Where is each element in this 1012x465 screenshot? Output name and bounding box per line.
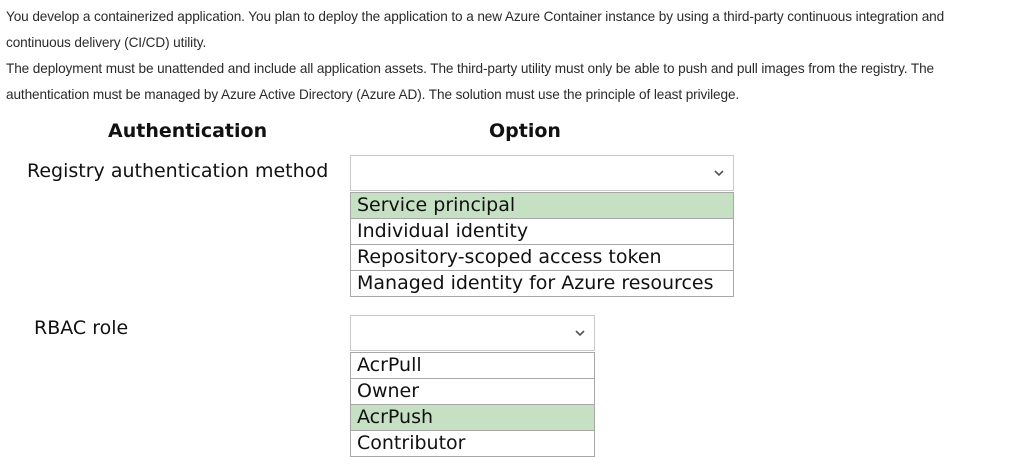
rbac-role-label: RBAC role — [34, 317, 129, 339]
option-service-principal[interactable]: Service principal — [351, 193, 733, 219]
registry-auth-options-list: Service principal Individual identity Re… — [350, 192, 734, 297]
option-managed-identity[interactable]: Managed identity for Azure resources — [351, 271, 733, 296]
option-repository-scoped-access-token[interactable]: Repository-scoped access token — [351, 245, 733, 271]
option-contributor[interactable]: Contributor — [351, 431, 594, 456]
column-header-authentication: Authentication — [108, 120, 268, 142]
option-acrpush[interactable]: AcrPush — [351, 405, 594, 431]
rbac-role-dropdown[interactable] — [350, 315, 595, 351]
rbac-role-options-list: AcrPull Owner AcrPush Contributor — [350, 352, 595, 457]
question-paragraph-1: You develop a containerized application.… — [6, 9, 945, 50]
registry-auth-method-dropdown[interactable] — [350, 155, 734, 191]
question-paragraph-2: The deployment must be unattended and in… — [6, 61, 934, 102]
registry-auth-method-label: Registry authentication method — [27, 160, 329, 182]
option-acrpull[interactable]: AcrPull — [351, 353, 594, 379]
chevron-down-icon — [575, 330, 585, 337]
column-header-option: Option — [489, 120, 561, 142]
chevron-down-icon — [714, 170, 724, 177]
option-individual-identity[interactable]: Individual identity — [351, 219, 733, 245]
option-owner[interactable]: Owner — [351, 379, 594, 405]
question-text: You develop a containerized application.… — [6, 4, 1010, 108]
